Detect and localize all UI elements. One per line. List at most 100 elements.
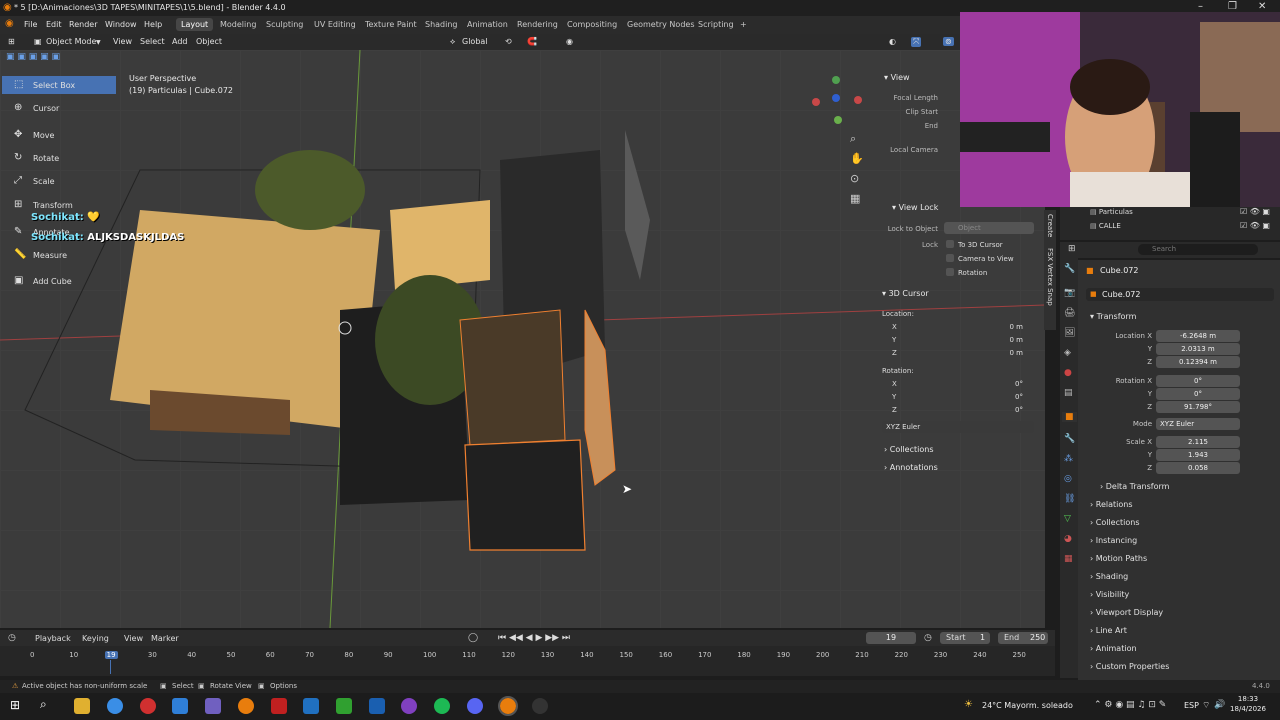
relations-header[interactable]: › Relations xyxy=(1090,500,1133,509)
tool-tab-icon[interactable]: 🔧 xyxy=(1064,264,1075,274)
data-tab-icon[interactable]: ▽ xyxy=(1064,514,1071,524)
rotation-y-field[interactable]: 0° xyxy=(1156,388,1240,400)
playhead-line[interactable] xyxy=(109,660,111,674)
timeline[interactable]: 0 10 19 30 40 50 60 70 80 90 100 110 120 130 140 150 160… xyxy=(0,646,1055,676)
location-x-field[interactable]: -6.2648 m xyxy=(1156,330,1240,342)
pycharm-icon[interactable] xyxy=(336,698,352,714)
snap-icon[interactable]: 🧲 xyxy=(527,37,537,46)
language-indicator[interactable]: ESP xyxy=(1184,701,1199,710)
windows-start-icon[interactable]: ⊞ xyxy=(10,698,20,712)
tool-add-cube[interactable]: ▣ Add Cube xyxy=(2,272,116,290)
tab-layout[interactable]: Layout xyxy=(176,18,214,31)
modifier-tab-icon[interactable]: 🔧 xyxy=(1064,434,1075,444)
3d-cursor-header[interactable]: ▾ 3D Cursor xyxy=(882,289,929,298)
shading-header[interactable]: › Shading xyxy=(1090,572,1128,581)
discord-icon[interactable] xyxy=(467,698,483,714)
overlay-toggle-icon[interactable]: ⊚ xyxy=(943,37,954,46)
transform-panel-header[interactable]: ▾ Transform xyxy=(1090,312,1136,321)
properties-search-input[interactable]: Search xyxy=(1138,244,1258,255)
visibility-toggle-icon[interactable]: ☑ 👁 ▣ xyxy=(1240,207,1270,216)
clock-icon[interactable]: ◷ xyxy=(8,633,16,643)
photoshop-icon[interactable] xyxy=(303,698,319,714)
chrome-icon[interactable] xyxy=(107,698,123,714)
tab-animation[interactable]: Animation xyxy=(467,20,508,29)
perspective-toggle-icon[interactable]: ▦ xyxy=(850,192,860,205)
clock-date[interactable]: 18/4/2026 xyxy=(1226,705,1270,713)
view-lock-header[interactable]: ▾ View Lock xyxy=(892,203,938,212)
end-frame-field[interactable]: End 250 xyxy=(998,632,1048,644)
volume-icon[interactable]: 🔊 xyxy=(1214,700,1225,710)
playback-menu[interactable]: Playback xyxy=(35,634,71,643)
collections-panel-header[interactable]: › Collections xyxy=(884,445,934,454)
tab-geometry-nodes[interactable]: Geometry Nodes xyxy=(627,20,694,29)
menu-object[interactable]: Object xyxy=(196,37,222,46)
app-icon[interactable] xyxy=(401,698,417,714)
particles-tab-icon[interactable]: ⁂ xyxy=(1064,454,1073,464)
tab-fsx-vertex-snap[interactable]: FSX Vertex Snap xyxy=(1046,248,1054,306)
blender-active-icon[interactable] xyxy=(498,696,518,716)
menu-window[interactable]: Window xyxy=(105,20,137,29)
menu-help[interactable]: Help xyxy=(144,20,162,29)
current-frame-field[interactable]: 19 xyxy=(866,632,916,644)
lock-rotation-checkbox[interactable]: Rotation xyxy=(946,268,987,277)
select-mode-icons[interactable]: ▣ ▣ ▣ ▣ ▣ xyxy=(6,52,70,64)
file-explorer-icon[interactable] xyxy=(74,698,90,714)
zoom-icon[interactable]: ⌕ xyxy=(850,132,856,146)
tab-scripting[interactable]: Scripting xyxy=(698,20,734,29)
material-tab-icon[interactable]: ◕ xyxy=(1064,534,1072,544)
menu-file[interactable]: File xyxy=(24,20,37,29)
cursor-location-x[interactable]: 0 m xyxy=(904,321,1028,333)
object-tab-icon[interactable]: ■ xyxy=(1062,412,1077,422)
cursor-rotation-x[interactable]: 0° xyxy=(904,378,1028,390)
location-y-field[interactable]: 2.0313 m xyxy=(1156,343,1240,355)
texture-tab-icon[interactable]: ▦ xyxy=(1064,554,1073,564)
collections-header[interactable]: › Collections xyxy=(1090,518,1140,527)
tool-select-box[interactable]: ⬚ Select Box xyxy=(2,76,116,94)
proportional-edit-icon[interactable]: ◉ xyxy=(566,37,573,46)
instancing-header[interactable]: › Instancing xyxy=(1090,536,1137,545)
camera-view-icon[interactable]: ⊙ xyxy=(850,172,859,185)
motion-paths-header[interactable]: › Motion Paths xyxy=(1090,554,1147,563)
constraints-tab-icon[interactable]: ⛓ xyxy=(1064,494,1075,504)
blender-menu-icon[interactable]: ◉ xyxy=(5,18,14,29)
network-icon[interactable]: ⌔ xyxy=(1202,700,1210,711)
marker-menu[interactable]: Marker xyxy=(151,634,179,643)
tab-shading[interactable]: Shading xyxy=(425,20,458,29)
visibility-header[interactable]: › Visibility xyxy=(1090,590,1129,599)
delta-transform-header[interactable]: › Delta Transform xyxy=(1100,482,1169,491)
tool-move[interactable]: ✥ Move xyxy=(2,126,116,144)
rotation-z-field[interactable]: 91.798° xyxy=(1156,401,1240,413)
vscode-icon[interactable] xyxy=(369,698,385,714)
tool-cursor[interactable]: ⊕ Cursor xyxy=(2,99,116,117)
view-panel-header[interactable]: ▾ View xyxy=(884,73,910,82)
app-icon[interactable] xyxy=(271,698,287,714)
spotify-icon[interactable] xyxy=(434,698,450,714)
physics-tab-icon[interactable]: ◎ xyxy=(1064,474,1072,484)
edge-icon[interactable] xyxy=(172,698,188,714)
editor-type-icon[interactable]: ⊞ xyxy=(8,37,15,46)
menu-add[interactable]: Add xyxy=(172,37,188,46)
menu-select[interactable]: Select xyxy=(140,37,165,46)
world-tab-icon[interactable]: ● xyxy=(1064,368,1072,378)
cursor-location-z[interactable]: 0 m xyxy=(904,347,1028,359)
tool-measure[interactable]: 📏 Measure xyxy=(2,246,116,264)
opera-icon[interactable] xyxy=(140,698,156,714)
mode-dropdown[interactable]: Object Mode xyxy=(46,37,96,46)
rotation-mode-dropdown[interactable]: XYZ Euler xyxy=(882,421,1034,433)
visibility-icon[interactable]: ◐ xyxy=(889,37,896,46)
annotations-panel-header[interactable]: › Annotations xyxy=(884,463,938,472)
tab-rendering[interactable]: Rendering xyxy=(517,20,558,29)
visibility-toggle-icon[interactable]: ☑ 👁 ▣ xyxy=(1240,221,1270,230)
rotation-mode-dropdown[interactable]: XYZ Euler xyxy=(1156,418,1240,430)
cursor-location-y[interactable]: 0 m xyxy=(904,334,1028,346)
output-tab-icon[interactable]: 🖨 xyxy=(1064,308,1075,318)
tool-rotate[interactable]: ↻ Rotate xyxy=(2,149,116,167)
camera-to-view-checkbox[interactable]: Camera to View xyxy=(946,254,1014,263)
weather-text[interactable]: 24°C Mayorm. soleado xyxy=(982,701,1073,710)
navigation-gizmo[interactable] xyxy=(806,74,866,124)
playback-controls[interactable]: ⏮ ◀◀ ◀ ▶ ▶▶ ⏭ xyxy=(498,633,570,643)
search-icon[interactable]: ⌕ xyxy=(40,697,47,712)
menu-view[interactable]: View xyxy=(113,37,132,46)
start-frame-field[interactable]: Start 1 xyxy=(940,632,990,644)
outliner-row[interactable]: ▤ CALLE xyxy=(1090,222,1121,230)
